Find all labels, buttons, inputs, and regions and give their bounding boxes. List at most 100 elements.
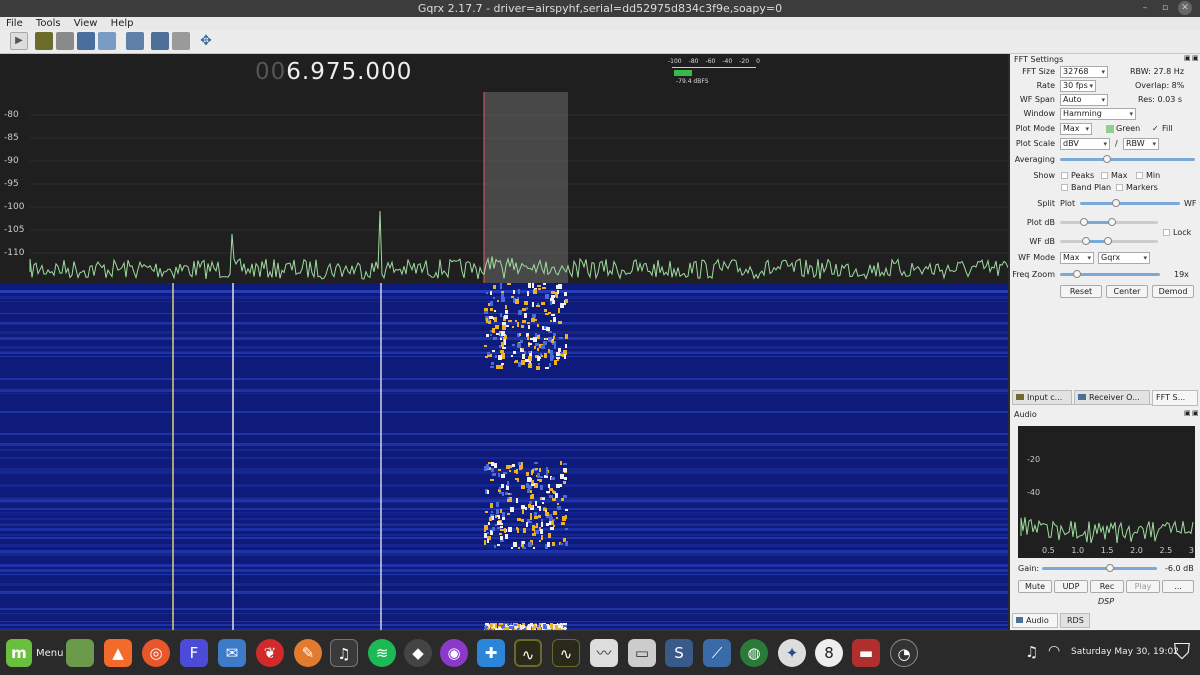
tab-rds[interactable]: RDS bbox=[1060, 613, 1090, 628]
split-slider-knob[interactable] bbox=[1112, 199, 1120, 207]
play-button[interactable]: Play bbox=[1126, 580, 1160, 593]
maximize-icon[interactable]: ▫ bbox=[1158, 1, 1172, 15]
float-icon[interactable]: ▣ bbox=[1184, 409, 1191, 417]
spectrum-plot[interactable]: -80 -85 -90 -95 -100 -105 -110 006.975.0… bbox=[0, 54, 1008, 283]
tab-receiver-options[interactable]: Receiver O... bbox=[1074, 390, 1150, 405]
app-s-icon[interactable]: S bbox=[665, 639, 693, 667]
averaging-slider-knob[interactable] bbox=[1103, 155, 1111, 163]
menu-tools[interactable]: Tools bbox=[30, 17, 65, 30]
wf-db-low-knob[interactable] bbox=[1082, 237, 1090, 245]
rec-button[interactable]: Rec bbox=[1090, 580, 1124, 593]
rbw-select[interactable]: RBW bbox=[1123, 138, 1159, 150]
menu-label[interactable]: Menu bbox=[36, 648, 63, 659]
music-tray-icon[interactable]: ♫ bbox=[1025, 643, 1038, 661]
title-bar: Gqrx 2.17.7 - driver=airspyhf,serial=dd5… bbox=[0, 0, 1200, 17]
fill-check-icon[interactable]: ✓ bbox=[1152, 122, 1159, 136]
mute-button[interactable]: Mute bbox=[1018, 580, 1052, 593]
wf-db-high-knob[interactable] bbox=[1104, 237, 1112, 245]
fft-size-select[interactable]: 32768 bbox=[1060, 66, 1108, 78]
vehicle-icon[interactable]: ▬ bbox=[852, 639, 880, 667]
mail-icon[interactable]: ✉ bbox=[218, 639, 246, 667]
tab-fft-settings[interactable]: FFT S... bbox=[1152, 390, 1198, 406]
gqrx-icon-2[interactable]: ∿ bbox=[552, 639, 580, 667]
compass-icon[interactable]: ✦ bbox=[778, 639, 806, 667]
dock-tabs: Input c... Receiver O... FFT S... bbox=[1012, 390, 1198, 406]
radio-icon[interactable]: ▭ bbox=[628, 639, 656, 667]
plot-db-low-knob[interactable] bbox=[1080, 218, 1088, 226]
frequency-display[interactable]: 006.975.000 bbox=[255, 59, 412, 85]
play-icon[interactable]: ▶ bbox=[10, 32, 28, 50]
music-icon[interactable]: ♫ bbox=[330, 639, 358, 667]
app-circle-icon[interactable]: ◔ bbox=[890, 639, 918, 667]
folder-icon[interactable] bbox=[56, 32, 74, 50]
gain-slider-knob[interactable] bbox=[1106, 564, 1114, 572]
split-slider[interactable] bbox=[1080, 199, 1180, 207]
diamond-icon[interactable]: ◆ bbox=[404, 639, 432, 667]
wireless-tool-icon[interactable]: ✚ bbox=[477, 639, 505, 667]
waterfall[interactable] bbox=[0, 283, 1008, 630]
float-icon[interactable]: ▣ bbox=[1184, 54, 1191, 62]
menu-view[interactable]: View bbox=[68, 17, 102, 30]
frequency-leading-digits[interactable]: 00 bbox=[255, 59, 286, 85]
close-icon[interactable]: ▣ bbox=[1192, 54, 1199, 62]
strawberry-icon[interactable]: ❦ bbox=[256, 639, 284, 667]
green-color-swatch[interactable] bbox=[1106, 125, 1114, 133]
info-icon[interactable] bbox=[98, 32, 116, 50]
disc-icon[interactable]: ◉ bbox=[440, 639, 468, 667]
dictionary-icon[interactable]: ✎ bbox=[294, 639, 322, 667]
clock[interactable]: Saturday May 30, 19:02 bbox=[1071, 647, 1179, 657]
plot-db-range-slider[interactable] bbox=[1060, 218, 1158, 226]
menu-help[interactable]: Help bbox=[105, 17, 138, 30]
peaks-checkbox[interactable] bbox=[1061, 172, 1068, 179]
tab-input-controls[interactable]: Input c... bbox=[1012, 390, 1072, 405]
gain-slider[interactable] bbox=[1042, 564, 1157, 572]
more-button[interactable]: ... bbox=[1162, 580, 1194, 593]
averaging-slider[interactable] bbox=[1060, 155, 1195, 163]
max-checkbox[interactable] bbox=[1101, 172, 1108, 179]
meter-tick: -20 bbox=[739, 58, 750, 65]
display-icon[interactable] bbox=[126, 32, 144, 50]
minimize-icon[interactable]: – bbox=[1138, 1, 1152, 15]
plot-mode-select[interactable]: Max bbox=[1060, 123, 1092, 135]
mint-logo-icon[interactable]: m bbox=[6, 639, 32, 667]
menu-file[interactable]: File bbox=[0, 17, 27, 30]
udp-button[interactable]: UDP bbox=[1054, 580, 1088, 593]
markers-checkbox[interactable] bbox=[1116, 184, 1123, 191]
min-checkbox[interactable] bbox=[1136, 172, 1143, 179]
reset-button[interactable]: Reset bbox=[1060, 285, 1102, 298]
app-8-icon[interactable]: 8 bbox=[815, 639, 843, 667]
wf-mode-select[interactable]: Max bbox=[1060, 252, 1094, 264]
save-icon[interactable] bbox=[77, 32, 95, 50]
frequency-digits[interactable]: 6.975.000 bbox=[286, 59, 412, 85]
rate-select[interactable]: 30 fps bbox=[1060, 80, 1096, 92]
gqrx-icon[interactable]: ∿ bbox=[514, 639, 542, 667]
audio-editor-icon[interactable]: 〰 bbox=[590, 639, 618, 667]
plot-scale-select[interactable]: dBV bbox=[1060, 138, 1110, 150]
tools-icon[interactable] bbox=[172, 32, 190, 50]
app-f-icon[interactable]: F bbox=[180, 639, 208, 667]
center-button[interactable]: Center bbox=[1106, 285, 1148, 298]
close-icon[interactable]: ✕ bbox=[1178, 1, 1192, 15]
demod-button[interactable]: Demod bbox=[1152, 285, 1194, 298]
wf-db-range-slider[interactable] bbox=[1060, 237, 1158, 245]
tab-audio[interactable]: Audio bbox=[1012, 613, 1058, 628]
browser-icon[interactable]: ◎ bbox=[142, 639, 170, 667]
device-icon[interactable] bbox=[35, 32, 53, 50]
plot-db-high-knob[interactable] bbox=[1108, 218, 1116, 226]
wf-palette-select[interactable]: Gqrx bbox=[1098, 252, 1150, 264]
files-icon[interactable] bbox=[66, 639, 94, 667]
close-icon[interactable]: ▣ bbox=[1192, 409, 1199, 417]
remote-icon[interactable] bbox=[151, 32, 169, 50]
freq-zoom-slider[interactable] bbox=[1060, 270, 1160, 278]
wf-span-select[interactable]: Auto bbox=[1060, 94, 1108, 106]
globe-icon[interactable]: ◍ bbox=[740, 639, 768, 667]
spotify-icon[interactable]: ≋ bbox=[368, 639, 396, 667]
move-icon[interactable]: ✥ bbox=[197, 32, 215, 50]
window-select[interactable]: Hamming bbox=[1060, 108, 1136, 120]
band-plan-checkbox[interactable] bbox=[1061, 184, 1068, 191]
shield-icon[interactable]: ⛉ bbox=[1168, 638, 1196, 668]
wifi-icon[interactable]: ◠ bbox=[1048, 643, 1060, 659]
satellite-icon[interactable]: ⟋ bbox=[703, 639, 731, 667]
brave-icon[interactable]: ▲ bbox=[104, 639, 132, 667]
freq-zoom-knob[interactable] bbox=[1073, 270, 1081, 278]
